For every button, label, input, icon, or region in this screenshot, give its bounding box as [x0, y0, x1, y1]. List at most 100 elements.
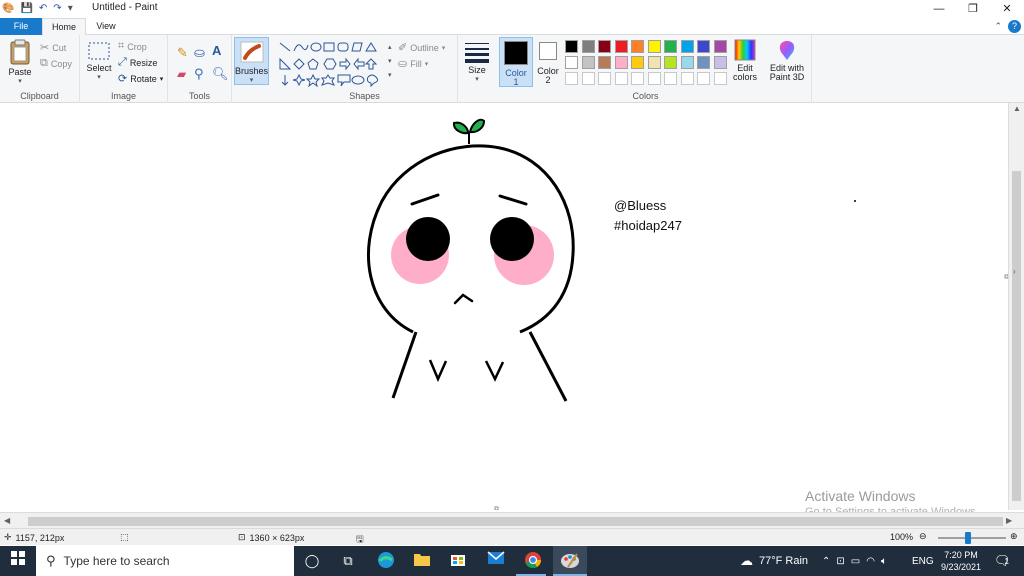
paste-button[interactable]: Paste ▾ [6, 39, 34, 85]
horizontal-scroll-thumb[interactable] [28, 517, 1003, 526]
fill-bucket-icon[interactable]: ⛀ [194, 45, 205, 61]
magnifier-icon[interactable]: 🔍︎ [212, 66, 229, 82]
palette-swatch[interactable] [581, 40, 595, 53]
brushes-button[interactable]: Brushes ▾ [234, 37, 269, 85]
chrome-icon[interactable] [523, 551, 543, 571]
custom-color-slot[interactable] [664, 72, 677, 85]
tab-view[interactable]: View [88, 18, 124, 35]
palette-swatch[interactable] [631, 56, 644, 69]
save-icon[interactable]: 💾 [20, 0, 32, 18]
wifi-icon[interactable]: ◠ [866, 556, 875, 567]
edit-with-paint3d-button[interactable]: Edit with Paint 3D [766, 39, 808, 82]
zoom-slider-thumb[interactable] [965, 532, 971, 544]
battery-icon[interactable]: ▭ [851, 556, 860, 567]
palette-swatch[interactable] [713, 56, 727, 69]
palette-swatch[interactable] [631, 40, 644, 53]
vertical-scroll-thumb[interactable] [1012, 171, 1021, 501]
scroll-up-icon[interactable]: ▲ [1013, 104, 1021, 113]
zoom-slider-track[interactable] [938, 537, 1006, 539]
shapes-scroll-icon[interactable]: ▴ ▾ ▾ [388, 41, 394, 85]
select-dropdown-icon[interactable]: ▾ [85, 73, 113, 81]
fill-button[interactable]: ⛀ Fill ▾ [398, 57, 428, 70]
palette-swatch[interactable] [565, 40, 578, 53]
edge-icon[interactable] [376, 551, 396, 571]
select-button[interactable]: Select ▾ [85, 41, 113, 81]
scissors-icon: ✂ [40, 42, 50, 54]
weather-widget[interactable]: ☁ 77°F Rain [740, 546, 808, 576]
palette-swatch[interactable] [614, 56, 628, 69]
resize-button[interactable]: ⤢ Resize [118, 56, 157, 69]
right-eye [490, 217, 534, 261]
palette-swatch[interactable] [680, 56, 694, 69]
minimize-button[interactable]: — [922, 0, 956, 18]
color2-button[interactable]: Color 2 [533, 40, 563, 85]
rotate-button[interactable]: ⟳ Rotate ▾ [118, 72, 163, 85]
file-explorer-icon[interactable] [412, 551, 432, 571]
notification-center-icon[interactable]: 🗨︎ 1 [994, 546, 1011, 576]
custom-color-slot[interactable] [697, 72, 710, 85]
custom-color-slot[interactable] [614, 72, 628, 85]
cut-button[interactable]: ✂ Cut [40, 41, 66, 54]
help-icon[interactable]: ? [1008, 20, 1021, 33]
custom-color-slot[interactable] [680, 72, 694, 85]
crop-button[interactable]: ⌗ Crop [118, 40, 147, 53]
taskbar-search-box[interactable]: ⚲ Type here to search [36, 546, 294, 576]
palette-swatch[interactable] [664, 40, 677, 53]
paint-taskbar-icon[interactable] [560, 551, 580, 571]
tab-file[interactable]: File [0, 18, 42, 35]
custom-color-slot[interactable] [565, 72, 578, 85]
size-button[interactable]: Size ▾ [462, 41, 492, 83]
custom-color-slot[interactable] [647, 72, 661, 85]
redo-icon[interactable]: ↷ [53, 0, 61, 18]
palette-swatch[interactable] [713, 40, 727, 53]
horizontal-scrollbar[interactable]: ◀ ▶ [0, 512, 1024, 528]
edit-colors-button[interactable]: Edit colors [730, 39, 760, 82]
store-icon[interactable] [448, 551, 468, 571]
undo-icon[interactable]: ↶ [39, 0, 47, 18]
mail-icon[interactable] [486, 551, 506, 571]
maximize-button[interactable]: ❐ [956, 0, 990, 18]
eraser-icon[interactable]: ▰ [177, 67, 186, 81]
custom-color-slot[interactable] [713, 72, 727, 85]
volume-icon[interactable]: 🔈︎ [881, 556, 887, 567]
language-indicator[interactable]: ENG [912, 546, 934, 576]
outline-button[interactable]: ✐ Outline ▾ [398, 41, 445, 54]
palette-swatch[interactable] [697, 40, 710, 53]
palette-swatch[interactable] [581, 56, 595, 69]
zoom-out-icon[interactable]: ⊖ [919, 531, 927, 542]
scroll-left-icon[interactable]: ◀ [4, 516, 10, 525]
collapse-ribbon-icon[interactable]: ⌃ [994, 21, 1002, 32]
custom-color-slot[interactable] [581, 72, 595, 85]
windows-start-icon[interactable] [8, 551, 28, 571]
palette-swatch[interactable] [647, 56, 661, 69]
close-button[interactable]: ✕ [990, 0, 1024, 18]
palette-swatch[interactable] [565, 56, 578, 69]
paint-app-icon[interactable]: 🎨 [2, 0, 14, 18]
palette-swatch[interactable] [697, 56, 710, 69]
task-view-icon[interactable]: ⧉ [338, 551, 358, 571]
palette-swatch[interactable] [598, 56, 611, 69]
palette-swatch[interactable] [680, 40, 694, 53]
scroll-right-icon[interactable]: ▶ [1006, 516, 1012, 525]
pencil-icon[interactable]: ✎ [177, 45, 188, 61]
copy-button[interactable]: ⧉ Copy [40, 57, 72, 70]
paste-dropdown-icon[interactable]: ▾ [6, 77, 34, 85]
palette-swatch[interactable] [647, 40, 661, 53]
vertical-scrollbar[interactable]: ▲ › [1008, 103, 1024, 510]
palette-swatch[interactable] [664, 56, 677, 69]
custom-color-slot[interactable] [631, 72, 644, 85]
color1-button[interactable]: Color 1 [499, 37, 533, 87]
tray-chevron-up-icon[interactable]: ⌃ [822, 556, 830, 567]
text-tool-icon[interactable]: A [212, 43, 221, 58]
cortana-icon[interactable]: ◯ [302, 551, 322, 571]
shapes-gallery[interactable] [278, 41, 390, 87]
color-picker-icon[interactable]: ⚲ [194, 66, 204, 82]
palette-swatch[interactable] [598, 40, 611, 53]
custom-color-slot[interactable] [598, 72, 611, 85]
customize-qa-icon[interactable]: ▾ [68, 0, 73, 18]
palette-swatch[interactable] [614, 40, 628, 53]
taskbar-clock[interactable]: 7:20 PM 9/23/2021 [936, 549, 986, 573]
network-icon[interactable]: ⊡ [836, 556, 844, 567]
tab-home[interactable]: Home [42, 18, 86, 35]
zoom-in-icon[interactable]: ⊕ [1010, 531, 1018, 542]
